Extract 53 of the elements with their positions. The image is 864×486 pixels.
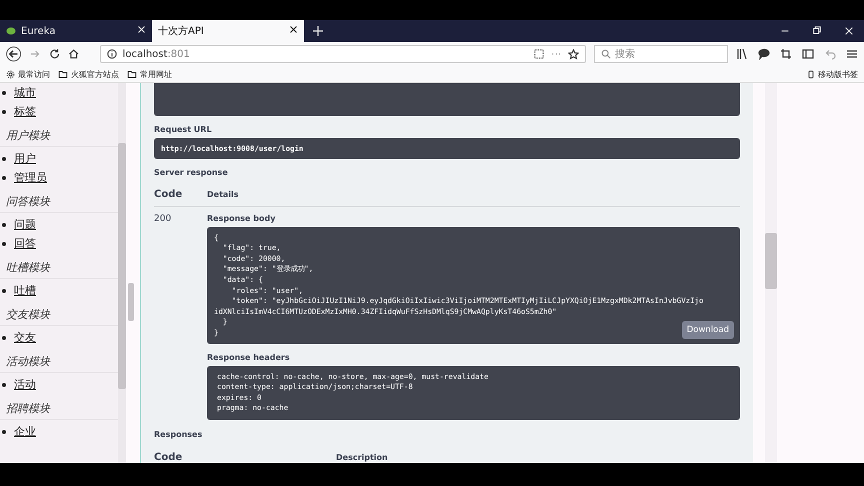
gear-icon: [6, 70, 15, 78]
sidebar-link[interactable]: 问题: [0, 215, 118, 234]
undo-icon: [824, 48, 836, 60]
bookmark[interactable]: 火狐官方站点: [58, 68, 119, 80]
bookmark[interactable]: 最常访问: [6, 68, 50, 80]
column-header: Code: [154, 188, 184, 200]
search-icon: [601, 49, 611, 59]
info-icon: [106, 49, 117, 59]
browser-tab[interactable]: Eureka: [0, 20, 152, 42]
forward-icon: [29, 48, 41, 60]
restore-icon[interactable]: [812, 26, 822, 36]
sidebar-icon[interactable]: [802, 48, 814, 60]
sidebar-link[interactable]: 企业: [0, 422, 118, 441]
sidebar-link[interactable]: 用户: [0, 149, 118, 168]
home-icon[interactable]: [68, 48, 80, 60]
crop-icon[interactable]: [780, 48, 792, 60]
section-label: Response body: [207, 214, 276, 223]
sidebar-link[interactable]: 城市: [0, 83, 118, 102]
leaf-icon: [6, 26, 16, 36]
scrollbar-thumb[interactable]: [765, 233, 777, 289]
scrollbar-thumb[interactable]: [128, 283, 134, 321]
bookmark[interactable]: 常用网址: [127, 68, 172, 80]
plus-icon[interactable]: [312, 25, 324, 37]
section-label: Request URL: [154, 124, 213, 134]
star-icon[interactable]: [568, 48, 579, 60]
sidebar-link[interactable]: 管理员: [0, 168, 118, 187]
close-icon[interactable]: [289, 25, 298, 34]
sidebar-link[interactable]: 交友: [0, 328, 118, 347]
search-field[interactable]: 搜索: [594, 45, 728, 63]
browser-tab[interactable]: 十次方API: [152, 20, 304, 42]
library-icon[interactable]: [736, 48, 748, 60]
sidebar-link[interactable]: 回答: [0, 234, 118, 253]
reload-icon[interactable]: [48, 48, 60, 60]
section-label: Response headers: [207, 352, 291, 362]
section-label: Responses: [154, 430, 204, 439]
phone-icon: [807, 70, 815, 78]
address-field[interactable]: localhost:801: [100, 45, 586, 63]
back-icon[interactable]: [6, 46, 22, 62]
column-header: Description: [336, 453, 388, 462]
download-button[interactable]: Download: [682, 320, 734, 339]
mobile-bookmarks[interactable]: 移动版书签: [807, 68, 858, 80]
chat-icon[interactable]: [758, 48, 770, 60]
column-header: Code: [154, 452, 184, 463]
folder-icon: [58, 70, 68, 78]
sidebar-link[interactable]: 标签: [0, 102, 118, 121]
column-header: Details: [207, 190, 239, 199]
section-label: Server response: [154, 168, 229, 177]
status-code: 200: [154, 214, 172, 226]
scrollbar-thumb[interactable]: [118, 143, 126, 389]
sidebar-link[interactable]: 吐槽: [0, 281, 118, 300]
folder-icon: [127, 70, 137, 78]
menu-icon[interactable]: [846, 48, 858, 60]
sidebar-link[interactable]: 活动: [0, 375, 118, 394]
